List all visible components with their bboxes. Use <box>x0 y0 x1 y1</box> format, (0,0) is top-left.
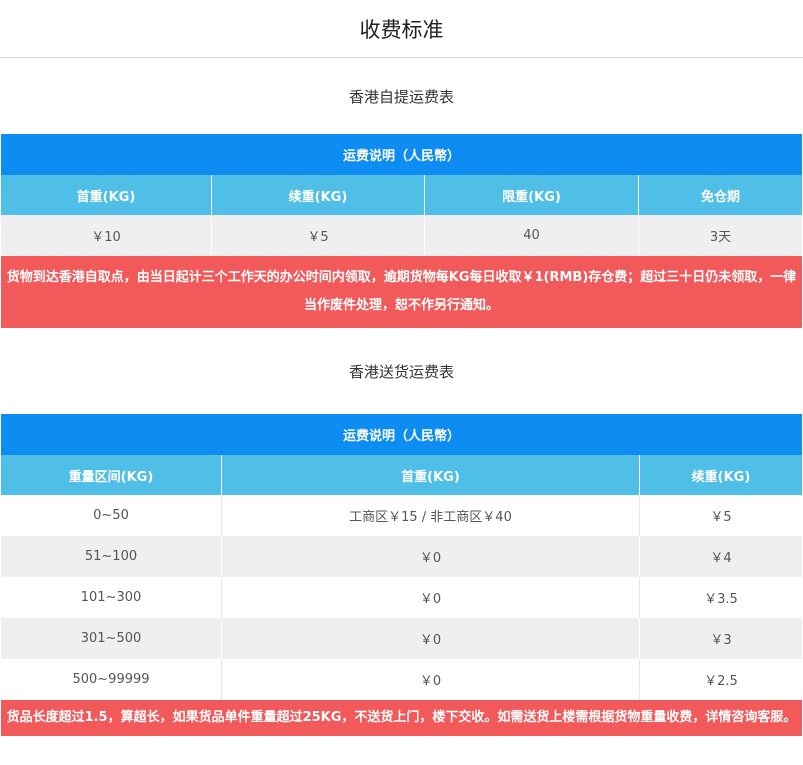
table-cell: ￥0 <box>222 536 640 577</box>
table-row: 500~99999 ￥0 ￥2.5 <box>1 659 802 700</box>
table-row: 101~300 ￥0 ￥3.5 <box>1 577 802 618</box>
delivery-fee-table: 运费说明（人民幣） 重量区间(KG) 首重(KG) 续重(KG) 0~50 工商… <box>1 414 802 736</box>
table-cell: ￥0 <box>222 659 640 700</box>
table-cell: 51~100 <box>1 536 222 577</box>
table-cell: 500~99999 <box>1 659 222 700</box>
table-cell: ￥5 <box>710 510 732 525</box>
delivery-table-header: 运费说明（人民幣） <box>1 414 802 455</box>
column-header-additional-weight: 续重(KG) <box>212 175 425 215</box>
delivery-column-headers: 重量区间(KG) 首重(KG) 续重(KG) <box>1 455 802 495</box>
self-pickup-fee-table: 运费说明（人民幣） 首重(KG) 续重(KG) 限重(KG) 免仓期 ￥10 ￥… <box>1 134 802 328</box>
table-cell: 301~500 <box>1 618 222 659</box>
table-cell: ￥4 <box>710 551 732 566</box>
table-row: 301~500 ￥0 ￥3 <box>1 618 802 659</box>
table-row: ￥10 ￥5 40 3天 <box>1 215 802 256</box>
self-pickup-section-title: 香港自提运费表 <box>348 87 454 106</box>
table-row: 51~100 ￥0 ￥4 <box>1 536 802 577</box>
table-cell: 0~50 <box>1 495 222 536</box>
table-cell: 40 <box>425 215 639 256</box>
column-header-first-weight: 首重(KG) <box>222 455 640 495</box>
self-pickup-column-headers: 首重(KG) 续重(KG) 限重(KG) 免仓期 <box>1 175 802 215</box>
table-cell: ￥0 <box>222 618 640 659</box>
self-pickup-note: 货物到达香港自取点，由当日起计三个工作天的办公时间内领取，逾期货物每KG每日收取… <box>1 256 802 328</box>
page-title: 收费标准 <box>0 0 803 58</box>
column-header-weight-limit: 限重(KG) <box>425 175 639 215</box>
delivery-note: 货品长度超过1.5，算超长，如果货品单件重量超过25KG，不送货上门，楼下交收。… <box>1 700 802 736</box>
table-cell: 3天 <box>709 230 732 245</box>
self-pickup-table-header: 运费说明（人民幣） <box>1 134 802 175</box>
column-header-weight-range: 重量区间(KG) <box>1 455 222 495</box>
column-header-free-storage: 免仓期 <box>700 189 740 205</box>
delivery-section-title: 香港送货运费表 <box>348 362 454 381</box>
table-cell: ￥10 <box>1 215 212 256</box>
table-cell: ￥5 <box>212 215 425 256</box>
table-cell: ￥3.5 <box>704 592 738 607</box>
table-cell: ￥0 <box>222 577 640 618</box>
table-cell: 工商区￥15 / 非工商区￥40 <box>222 495 640 536</box>
column-header-first-weight: 首重(KG) <box>1 175 212 215</box>
table-row: 0~50 工商区￥15 / 非工商区￥40 ￥5 <box>1 495 802 536</box>
table-cell: ￥3 <box>710 633 732 648</box>
table-cell: ￥2.5 <box>704 674 738 689</box>
column-header-additional-weight: 续重(KG) <box>691 469 751 485</box>
table-cell: 101~300 <box>1 577 222 618</box>
